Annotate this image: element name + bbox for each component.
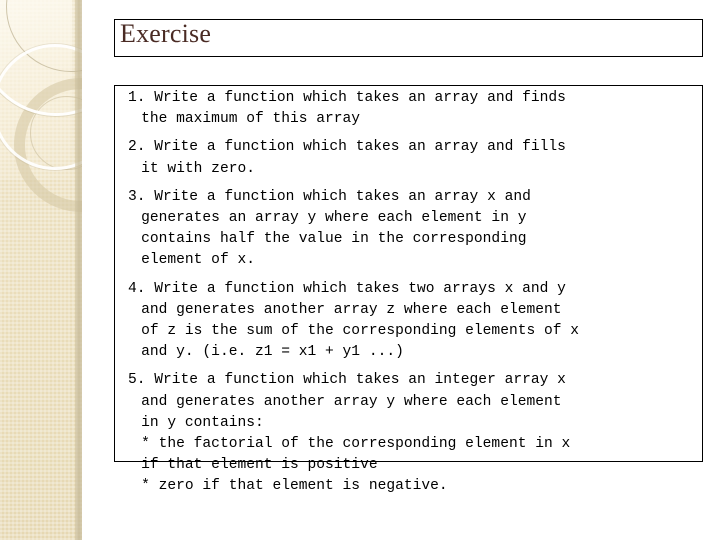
exercise-line: generates an array y where each element … [141,210,527,227]
exercise-line: if that element is positive [141,457,378,474]
exercise-line: 2. Write a function which takes an array… [128,139,566,156]
exercise-item: 2. Write a function which takes an array… [128,137,708,179]
exercise-line: 5. Write a function which takes an integ… [128,372,566,389]
decorative-sidebar [0,0,82,540]
exercise-line: contains half the value in the correspon… [141,231,527,248]
exercise-line: it with zero. [141,160,255,177]
exercise-list: 1. Write a function which takes an array… [128,88,708,498]
exercise-item: 1. Write a function which takes an array… [128,88,708,130]
exercise-line: 4. Write a function which takes two arra… [128,280,566,297]
exercise-line: element of x. [141,252,255,269]
exercise-line: and y. (i.e. z1 = x1 + y1 ...) [141,344,404,361]
exercise-line: and generates another array y where each… [141,393,562,410]
exercise-line: 1. Write a function which takes an array… [128,90,566,106]
title-placeholder-box[interactable]: Exercise [114,19,703,57]
exercise-item: 5. Write a function which takes an integ… [128,370,708,497]
exercise-line: of z is the sum of the corresponding ele… [141,323,580,340]
slide-canvas: Exercise 1. Write a function which takes… [0,0,720,540]
decorative-ring-white-mid [0,44,82,170]
exercise-line: * the factorial of the corresponding ele… [141,436,571,453]
exercise-line: * zero if that element is negative. [141,478,448,495]
sidebar-edge-band [75,0,82,540]
exercise-line: in y contains: [141,414,264,431]
exercise-item: 4. Write a function which takes two arra… [128,279,708,364]
page-title: Exercise [120,19,212,48]
exercise-line: 3. Write a function which takes an array… [128,188,531,205]
exercise-line: the maximum of this array [141,111,361,128]
exercise-line: and generates another array z where each… [141,301,562,318]
exercise-item: 3. Write a function which takes an array… [128,187,708,272]
